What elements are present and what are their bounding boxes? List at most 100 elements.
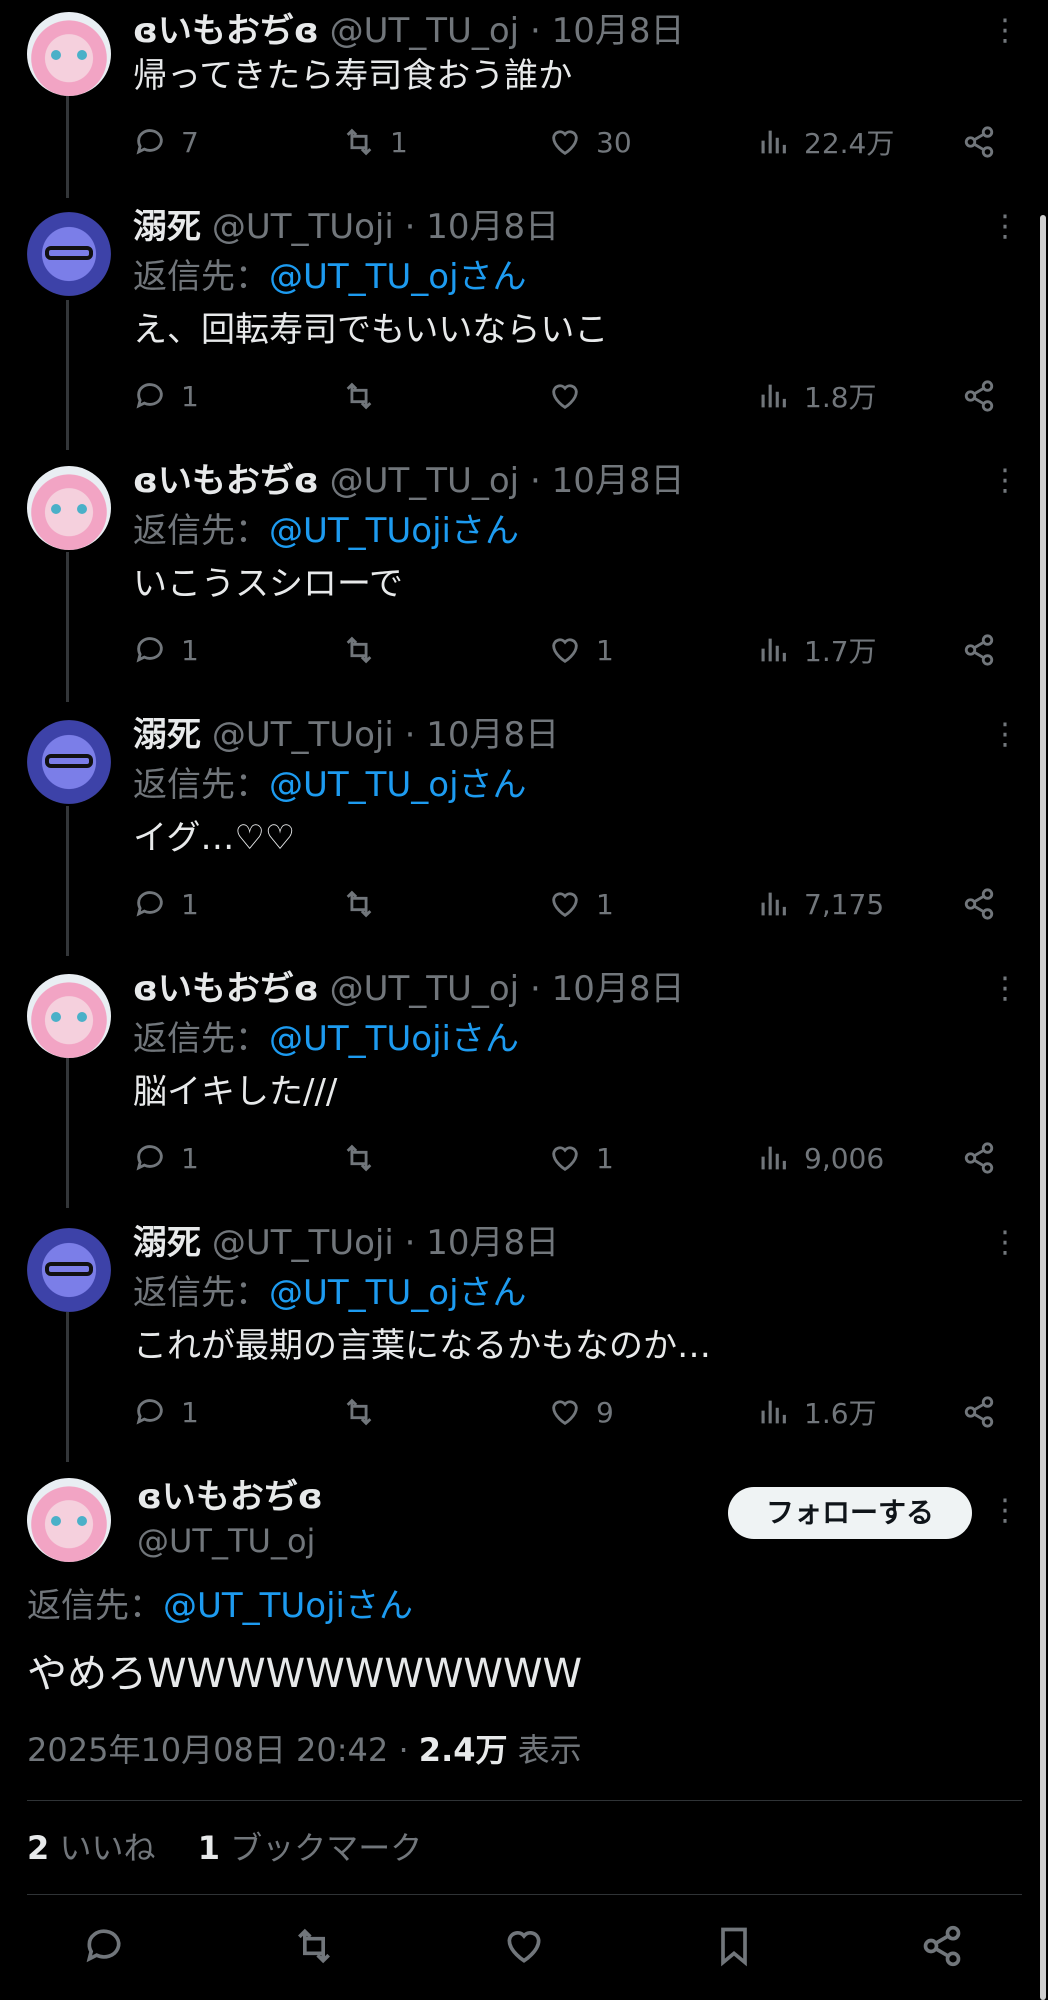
views-count: 1.7万 xyxy=(804,635,877,668)
main-avatar[interactable] xyxy=(27,1478,111,1562)
tweet-header: ɞいもおぢɞ @UT_TU_oj · 10月8日 xyxy=(133,10,684,52)
analytics-icon xyxy=(761,638,786,662)
avatar[interactable] xyxy=(27,1228,111,1312)
views-button[interactable]: 1.6万 xyxy=(756,1392,877,1432)
more-icon[interactable]: ⋮ xyxy=(990,210,1020,244)
reply-button[interactable]: 1 xyxy=(133,1138,199,1178)
retweet-button[interactable] xyxy=(292,1924,336,1968)
action-bar: 1 1 1.7万 xyxy=(0,630,1048,670)
like-button[interactable] xyxy=(502,1924,546,1968)
author-handle[interactable]: @UT_TU_oj xyxy=(330,969,520,1009)
like-button[interactable] xyxy=(548,376,596,416)
bookmark-button[interactable] xyxy=(712,1924,756,1968)
likes-stat[interactable]: 2 いいね xyxy=(27,1829,155,1867)
retweet-button[interactable] xyxy=(342,1392,390,1432)
reply-button[interactable]: 7 xyxy=(133,122,199,162)
avatar-eye xyxy=(77,504,87,514)
reply-mention[interactable]: @UT_TUojiさん xyxy=(269,511,519,551)
timestamp[interactable]: 2025年10月08日 20:42 · xyxy=(27,1731,419,1769)
main-tweet-text: やめろWWWWWWWWWWW xyxy=(27,1651,583,1697)
reply-count: 1 xyxy=(181,887,199,921)
more-icon[interactable]: ⋮ xyxy=(990,14,1020,48)
author-handle[interactable]: @UT_TUoji xyxy=(212,207,394,247)
avatar[interactable] xyxy=(27,212,111,296)
avatar[interactable] xyxy=(27,12,111,96)
share-button[interactable] xyxy=(962,1392,996,1432)
reply-button[interactable] xyxy=(82,1924,126,1968)
views-count: 2.4万 xyxy=(418,1731,508,1769)
reply-mention[interactable]: @UT_TU_ojさん xyxy=(269,257,527,297)
tweet-date[interactable]: 10月8日 xyxy=(552,461,685,501)
main-author-name[interactable]: ɞいもおぢɞ xyxy=(137,1476,323,1518)
author-name[interactable]: ɞいもおぢɞ xyxy=(133,969,319,1009)
avatar[interactable] xyxy=(27,974,111,1058)
reply-button[interactable]: 1 xyxy=(133,376,199,416)
author-handle[interactable]: @UT_TUoji xyxy=(212,1223,394,1263)
reply-button[interactable]: 1 xyxy=(133,884,199,924)
author-handle[interactable]: @UT_TU_oj xyxy=(330,11,520,51)
more-icon[interactable]: ⋮ xyxy=(990,464,1020,498)
author-name[interactable]: ɞいもおぢɞ xyxy=(133,11,319,51)
like-button[interactable]: 1 xyxy=(548,884,614,924)
share-button[interactable] xyxy=(962,122,996,162)
views-button[interactable]: 9,006 xyxy=(756,1138,884,1178)
author-handle[interactable]: @UT_TUoji xyxy=(212,715,394,755)
share-button[interactable] xyxy=(962,630,996,670)
like-button[interactable]: 30 xyxy=(548,122,632,162)
reply-icon xyxy=(136,383,163,409)
more-icon[interactable]: ⋮ xyxy=(990,972,1020,1006)
share-button[interactable] xyxy=(962,1138,996,1178)
reply-button[interactable]: 1 xyxy=(133,630,199,670)
avatar[interactable] xyxy=(27,466,111,550)
follow-button[interactable]: フォローする xyxy=(728,1487,972,1539)
main-author-handle[interactable]: @UT_TU_oj xyxy=(137,1520,315,1562)
reply-count: 1 xyxy=(181,379,199,413)
retweet-button[interactable] xyxy=(342,630,390,670)
views-button[interactable]: 7,175 xyxy=(756,884,884,924)
like-button[interactable]: 9 xyxy=(548,1392,614,1432)
reply-prefix: 返信先： xyxy=(133,765,269,805)
more-icon[interactable]: ⋮ xyxy=(990,1226,1020,1260)
separator: · xyxy=(404,207,416,247)
bookmarks-count: 1 xyxy=(197,1829,221,1867)
thread-line xyxy=(66,300,69,450)
author-name[interactable]: 溺死 xyxy=(133,715,201,755)
more-icon[interactable]: ⋮ xyxy=(990,718,1020,752)
retweet-button[interactable]: 1 xyxy=(342,122,408,162)
scrollbar[interactable] xyxy=(1040,215,1046,2000)
bookmarks-stat[interactable]: 1 ブックマーク xyxy=(198,1829,422,1867)
reply-mention[interactable]: @UT_TUojiさん xyxy=(269,1019,519,1059)
retweet-button[interactable] xyxy=(342,1138,390,1178)
avatar[interactable] xyxy=(27,720,111,804)
share-button[interactable] xyxy=(962,884,996,924)
action-bar: 1 1.8万 xyxy=(0,376,1048,416)
author-handle[interactable]: @UT_TU_oj xyxy=(330,461,520,501)
tweet-date[interactable]: 10月8日 xyxy=(426,715,559,755)
reply-button[interactable]: 1 xyxy=(133,1392,199,1432)
reply-mention[interactable]: @UT_TU_ojさん xyxy=(269,1273,527,1313)
like-button[interactable]: 1 xyxy=(548,1138,614,1178)
reply-mention[interactable]: @UT_TUojiさん xyxy=(163,1586,413,1626)
more-icon[interactable]: ⋮ xyxy=(990,1494,1020,1528)
tweet-date[interactable]: 10月8日 xyxy=(426,1223,559,1263)
views-button[interactable]: 1.7万 xyxy=(756,630,877,670)
author-name[interactable]: 溺死 xyxy=(133,1223,201,1263)
retweet-button[interactable] xyxy=(342,376,390,416)
like-count: 1 xyxy=(596,633,614,667)
author-name[interactable]: 溺死 xyxy=(133,207,201,247)
tweet-date[interactable]: 10月8日 xyxy=(426,207,559,247)
share-button[interactable] xyxy=(962,376,996,416)
reply-mention[interactable]: @UT_TU_ojさん xyxy=(269,765,527,805)
views-button[interactable]: 1.8万 xyxy=(756,376,877,416)
views-button[interactable]: 22.4万 xyxy=(756,122,894,162)
separator: · xyxy=(529,461,541,501)
author-name[interactable]: ɞいもおぢɞ xyxy=(133,461,319,501)
views-count: 1.6万 xyxy=(804,1397,877,1430)
tweet-date[interactable]: 10月8日 xyxy=(552,11,685,51)
likes-count: 2 xyxy=(27,1829,50,1867)
retweet-button[interactable] xyxy=(342,884,390,924)
like-button[interactable]: 1 xyxy=(548,630,614,670)
tweet-date[interactable]: 10月8日 xyxy=(552,969,685,1009)
share-button[interactable] xyxy=(920,1924,964,1968)
retweet-icon xyxy=(346,1398,372,1426)
